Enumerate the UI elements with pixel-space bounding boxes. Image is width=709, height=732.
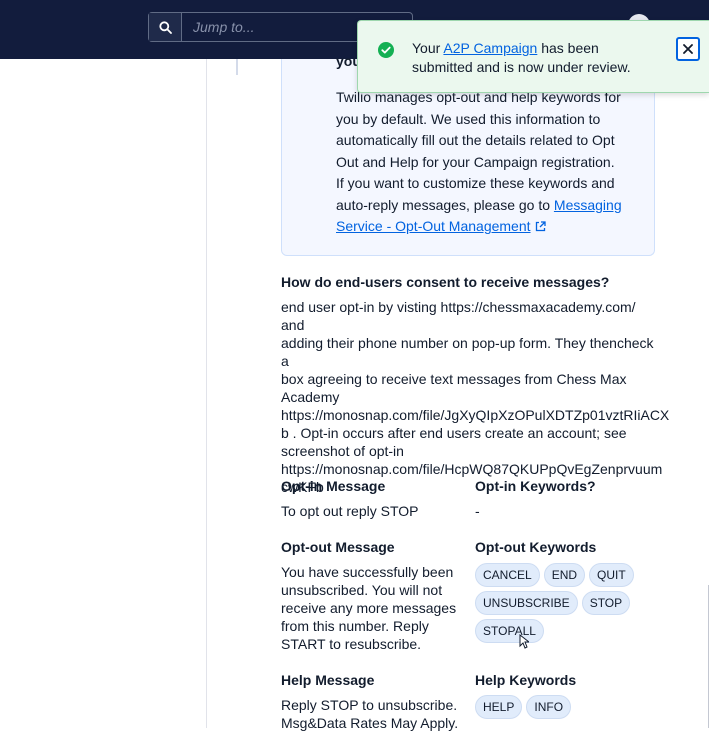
opt-out-line: You have successfully been xyxy=(281,564,454,580)
search-icon xyxy=(159,21,172,34)
success-toast: Your A2P Campaign has been submitted and… xyxy=(357,20,709,93)
keyword-chip: HELP xyxy=(475,695,523,719)
keyword-chip: END xyxy=(543,563,586,587)
keyword-chip: STOPALL xyxy=(475,619,544,643)
mouse-cursor-icon xyxy=(519,634,529,649)
keyword-chip: UNSUBSCRIBE xyxy=(475,591,578,615)
opt-out-line: from this number. Reply xyxy=(281,618,429,634)
keyword-chip: CANCEL xyxy=(475,563,540,587)
keyword-chip: STOP xyxy=(581,591,631,615)
consent-line: screenshot of opt-in xyxy=(281,443,404,459)
consent-line: https://monosnap.com/file/JgXyQIpXzOPulX… xyxy=(281,407,670,423)
help-message-text: Reply STOP to unsubscribe. Msg&Data Rate… xyxy=(281,696,458,732)
opt-out-line: receive any more messages xyxy=(281,600,457,616)
help-keywords-title: Help Keywords xyxy=(475,672,577,688)
opt-in-keywords-title: Opt-in Keywords? xyxy=(475,478,596,494)
consent-title: How do end-users consent to receive mess… xyxy=(281,274,610,290)
opt-out-keywords-title: Opt-out Keywords xyxy=(475,539,597,555)
help-line: Msg&Data Rates May Apply. xyxy=(281,715,459,731)
opt-in-message-text: To opt out reply STOP xyxy=(281,503,419,519)
close-icon xyxy=(683,44,693,54)
consent-line: box agreeing to receive text messages fr… xyxy=(281,371,627,387)
consent-line: Academy xyxy=(281,389,340,405)
opt-out-line: unsubscribed. You will not xyxy=(281,582,443,598)
toast-message: Your A2P Campaign has been submitted and… xyxy=(412,39,657,76)
toast-prefix: Your xyxy=(412,40,444,56)
success-check-icon xyxy=(378,42,394,58)
consent-line: end user opt-in by visting https://chess… xyxy=(281,299,636,333)
opt-out-keyword-list: CANCEL END QUIT UNSUBSCRIBE STOP STOPALL xyxy=(475,563,650,643)
help-keyword-list: HELP INFO xyxy=(475,695,650,719)
divider xyxy=(236,59,238,75)
consent-text: end user opt-in by visting https://chess… xyxy=(281,298,670,496)
consent-line: https://monosnap.com/file/HcpWQ87QKUPpQv… xyxy=(281,461,663,477)
callout-text: Twilio manages opt-out and help keywords… xyxy=(336,87,641,238)
a2p-campaign-link[interactable]: A2P Campaign xyxy=(443,40,537,56)
toast-close-button[interactable] xyxy=(676,37,700,61)
search-icon-box[interactable] xyxy=(149,13,182,41)
callout-main-text: Twilio manages opt-out and help keywords… xyxy=(336,89,621,170)
opt-out-line: START to resubscribe. xyxy=(281,636,422,652)
left-panel xyxy=(0,59,207,728)
opt-in-keywords-value: - xyxy=(475,503,480,519)
help-line: Reply STOP to unsubscribe. xyxy=(281,697,458,713)
consent-line: b . Opt-in occurs after end users create… xyxy=(281,425,627,441)
keyword-chip: INFO xyxy=(526,695,572,719)
external-link-icon xyxy=(535,221,546,232)
opt-out-message-title: Opt-out Message xyxy=(281,539,395,555)
help-message-title: Help Message xyxy=(281,672,375,688)
opt-in-message-title: Opt-in Message xyxy=(281,478,386,494)
keyword-chip: QUIT xyxy=(589,563,634,587)
opt-out-message-text: You have successfully been unsubscribed.… xyxy=(281,563,471,653)
consent-line: adding their phone number on pop-up form… xyxy=(281,335,654,369)
